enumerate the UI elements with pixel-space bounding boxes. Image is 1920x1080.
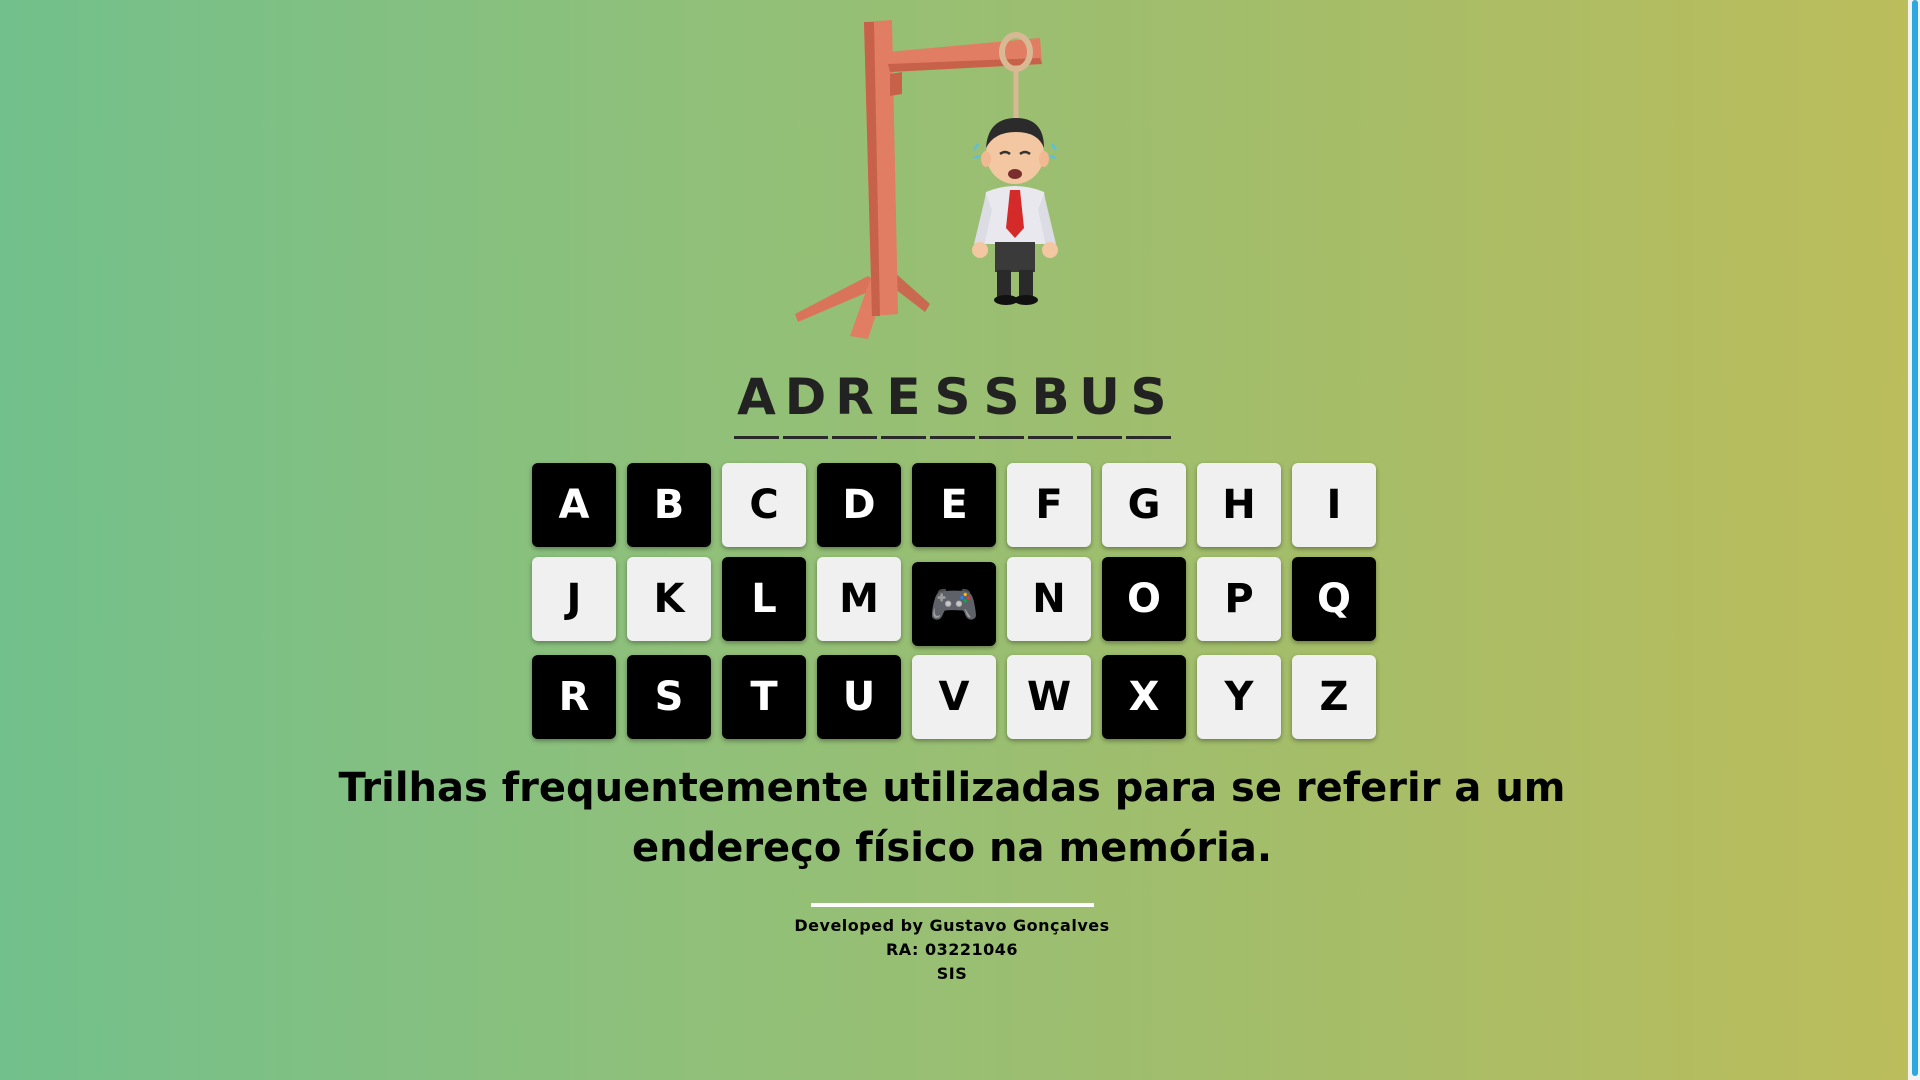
word-letter: S — [1126, 358, 1171, 439]
key-p[interactable]: P — [1197, 557, 1281, 641]
key-o[interactable]: O — [1102, 557, 1186, 641]
hangman-image — [790, 14, 1070, 344]
key-v[interactable]: V — [912, 655, 996, 739]
keyboard-row-3: R S T U V W X Y Z — [532, 655, 1378, 739]
key-r[interactable]: R — [532, 655, 616, 739]
footer-divider — [811, 903, 1094, 907]
keyboard-row-2: J K L M 🎮 N O P Q — [532, 557, 1378, 646]
footer-ra: RA: 03221046 — [885, 940, 1019, 959]
key-w[interactable]: W — [1007, 655, 1091, 739]
key-c[interactable]: C — [722, 463, 806, 547]
key-q[interactable]: Q — [1292, 557, 1376, 641]
word-letter: D — [783, 358, 828, 439]
scrollbar-thumb[interactable] — [1912, 0, 1918, 1076]
word-letter: S — [930, 358, 975, 439]
key-j[interactable]: J — [532, 557, 616, 641]
key-z[interactable]: Z — [1292, 655, 1376, 739]
word-letter: U — [1077, 358, 1122, 439]
key-l[interactable]: L — [722, 557, 806, 641]
hint-text: Trilhas frequentemente utilizadas para s… — [338, 765, 1566, 871]
key-b[interactable]: B — [627, 463, 711, 547]
key-g[interactable]: G — [1102, 463, 1186, 547]
keyboard-row-1: A B C D E F G H I — [532, 463, 1378, 547]
letter-keyboard: A B C D E F G H I J K L M 🎮 N O P Q R S … — [532, 463, 1378, 739]
key-x[interactable]: X — [1102, 655, 1186, 739]
key-i[interactable]: I — [1292, 463, 1376, 547]
word-display: A D R E S S B U S — [734, 358, 1171, 439]
key-d[interactable]: D — [817, 463, 901, 547]
word-letter: A — [734, 358, 779, 439]
word-letter: R — [832, 358, 877, 439]
key-k[interactable]: K — [627, 557, 711, 641]
key-a[interactable]: A — [532, 463, 616, 547]
key-h[interactable]: H — [1197, 463, 1281, 547]
page-scrollbar[interactable] — [1908, 0, 1920, 1080]
word-letter: E — [881, 358, 926, 439]
key-e[interactable]: E — [912, 463, 996, 547]
key-f[interactable]: F — [1007, 463, 1091, 547]
footer-course: SIS — [936, 964, 968, 983]
word-letter: S — [979, 358, 1024, 439]
key-y[interactable]: Y — [1197, 655, 1281, 739]
key-m[interactable]: M — [817, 557, 901, 641]
key-t[interactable]: T — [722, 655, 806, 739]
key-n[interactable]: N — [1007, 557, 1091, 641]
footer-developer: Developed by Gustavo Gonçalves — [794, 916, 1110, 935]
footer: Developed by Gustavo Gonçalves RA: 03221… — [760, 914, 1144, 986]
gallows-icon — [795, 20, 1058, 339]
word-letter: B — [1028, 358, 1073, 439]
key-s[interactable]: S — [627, 655, 711, 739]
key-u[interactable]: U — [817, 655, 901, 739]
game-controller-icon[interactable]: 🎮 — [912, 562, 996, 646]
